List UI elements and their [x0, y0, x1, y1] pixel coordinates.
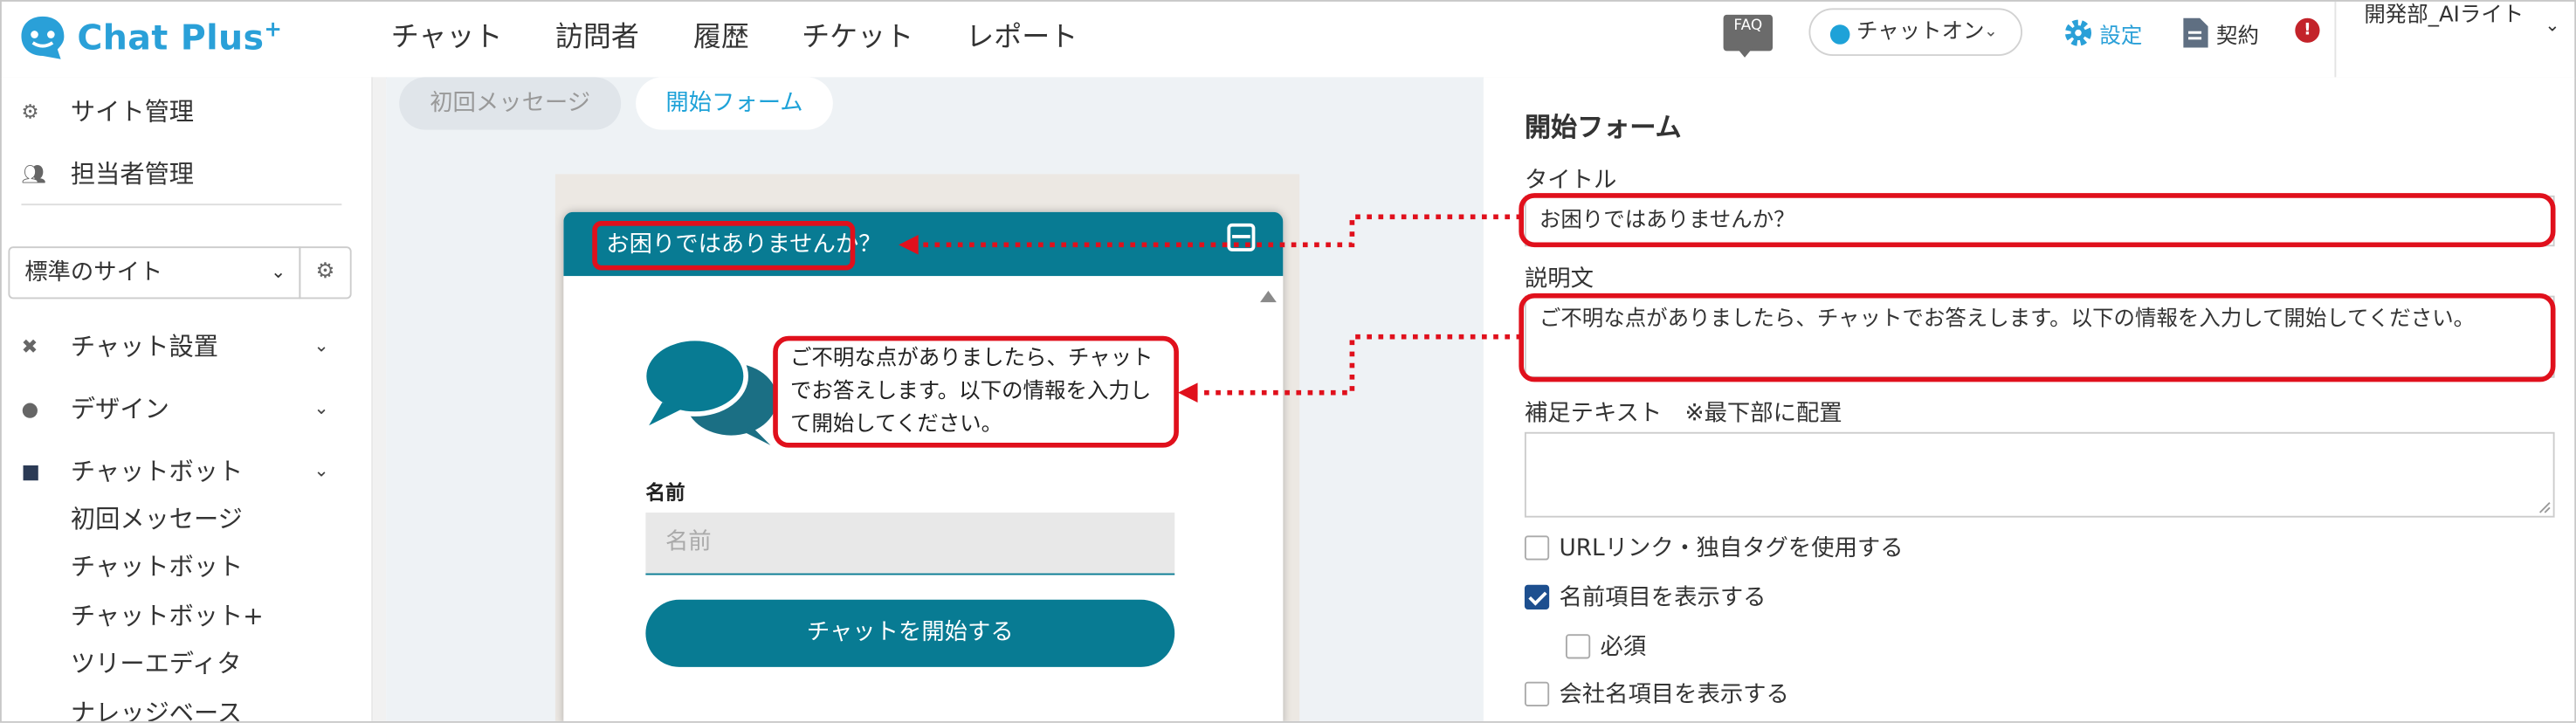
checkbox-label: 会社名項目を表示する — [1559, 681, 1789, 708]
minimize-icon[interactable] — [1227, 223, 1256, 251]
sidebar: ⚙ サイト管理 👥︎ 担当者管理 標準のサイト ⌄ ⚙ ✖ チャット設置 ⌄ ●… — [1, 77, 374, 721]
start-chat-button[interactable]: チャットを開始する — [645, 599, 1175, 667]
checkbox-label: 名前項目を表示する — [1559, 584, 1767, 611]
settings-link[interactable]: 設定 — [2062, 17, 2142, 50]
alert-icon[interactable]: ! — [2295, 17, 2320, 43]
widget-header: お困りではありませんか？ — [563, 211, 1284, 277]
tab-start-form[interactable]: 開始フォーム — [636, 77, 833, 130]
contract-link[interactable]: 契約 — [2181, 17, 2259, 50]
palette-icon: ● — [21, 396, 39, 420]
sidebar-subitem-knowledge-base[interactable]: ナレッジベース — [71, 695, 242, 721]
chevron-down-icon: ⌄ — [1983, 23, 1998, 42]
chat-plus-logo-icon — [21, 16, 65, 59]
title-field-label: タイトル — [1524, 167, 1617, 195]
checkbox-label: URLリンク・独自タグを使用する — [1559, 535, 1904, 562]
nav-history[interactable]: 履歴 — [693, 13, 749, 54]
show-name-checkbox[interactable] — [1524, 583, 1550, 609]
faq-icon[interactable]: FAQ — [1723, 14, 1774, 58]
sidebar-item-design[interactable]: ● デザイン ⌄ — [21, 391, 328, 426]
chat-bubbles-icon — [642, 336, 777, 445]
checkbox-label: 必須 — [1600, 634, 1647, 661]
show-company-checkbox-row[interactable]: 会社名項目を表示する — [1524, 677, 1789, 710]
sidebar-item-label: チャットボット — [70, 457, 244, 486]
nav-visitors[interactable]: 訪問者 — [555, 13, 639, 54]
name-input[interactable]: 名前 — [645, 512, 1175, 575]
name-field-label: 名前 — [645, 481, 685, 505]
divider — [2334, 1, 2337, 78]
show-name-checkbox-row[interactable]: 名前項目を表示する — [1524, 580, 1767, 613]
sidebar-item-label: デザイン — [70, 394, 169, 424]
chevron-down-icon: ⌄ — [313, 334, 329, 357]
sidebar-item-chat-install[interactable]: ✖ チャット設置 ⌄ — [21, 328, 328, 363]
page-title: 開始フォーム — [1524, 111, 1682, 143]
contract-label: 契約 — [2216, 24, 2259, 49]
sidebar-scrollbar[interactable] — [373, 77, 387, 721]
chevron-down-icon[interactable]: ⌄ — [2545, 15, 2559, 36]
extra-text-field-label: 補足テキスト ※最下部に配置 — [1524, 401, 1842, 428]
widget-description: ご不明な点がありましたら、チャットでお答えします。以下の情報を入力して開始してく… — [789, 346, 1154, 437]
chevron-down-icon: ⌄ — [313, 459, 329, 482]
gear-icon — [2064, 19, 2092, 46]
chevron-down-icon: ⌄ — [313, 397, 329, 419]
sidebar-item-chatbot[interactable]: ■ チャットボット ⌄ — [21, 453, 328, 488]
sidebar-item-label: サイト管理 — [70, 97, 195, 127]
title-input[interactable]: お困りではありませんか？ — [1524, 195, 2555, 247]
sidebar-subitem-chatbot-plus[interactable]: チャットボット+ — [71, 598, 264, 633]
sidebar-subitem-first-message[interactable]: 初回メッセージ — [71, 501, 243, 536]
widget-title: お困りではありませんか？ — [606, 231, 882, 258]
nav-reports[interactable]: レポート — [966, 13, 1078, 54]
tools-icon: ✖ — [21, 334, 38, 358]
document-icon — [2183, 17, 2208, 48]
scroll-up-icon[interactable] — [1260, 291, 1277, 303]
divider — [21, 203, 342, 206]
extra-text-textarea[interactable] — [1524, 431, 2555, 518]
description-textarea[interactable]: ご不明な点がありましたら、チャットでお答えします。以下の情報を入力して開始してく… — [1524, 295, 2555, 378]
chat-widget-preview: お困りではありませんか？ ご不明な点がありましたら、チャットでお答えします。以下… — [563, 211, 1284, 721]
users-icon: 👥︎ — [21, 162, 47, 185]
name-required-checkbox[interactable] — [1565, 633, 1591, 658]
status-dot-icon — [1829, 24, 1850, 45]
name-required-checkbox-row[interactable]: 必須 — [1565, 630, 1647, 663]
start-form-settings: 開始フォーム タイトル お困りではありませんか？ 説明文 ご不明な点がありました… — [1483, 77, 2575, 721]
settings-label: 設定 — [2099, 24, 2143, 49]
resize-handle-icon[interactable] — [2538, 501, 2552, 514]
chat-status-dropdown[interactable]: チャットオン ⌄ — [1808, 8, 2023, 56]
logo-wordmark: Chat Plus+ — [77, 17, 283, 58]
url-link-checkbox-row[interactable]: URLリンク・独自タグを使用する — [1524, 531, 1904, 564]
show-company-checkbox[interactable] — [1524, 680, 1550, 706]
sidebar-item-staff-admin[interactable]: 👥︎ 担当者管理 — [21, 156, 194, 191]
site-settings-button[interactable]: ⚙ — [299, 246, 352, 300]
user-menu[interactable]: 開発部_AIライト — [2364, 2, 2545, 30]
gear-icon: ⚙ — [315, 259, 335, 285]
site-select[interactable]: 標準のサイト ⌄ — [8, 246, 301, 300]
top-header: Chat Plus+ チャット 訪問者 履歴 チケット レポート FAQ チャッ… — [1, 1, 2575, 79]
preview-area: 初回メッセージ 開始フォーム お困りではありませんか？ ご不明な点がありましたら… — [386, 77, 1484, 721]
sidebar-subitem-tree-editor[interactable]: ツリーエディタ — [71, 645, 242, 680]
description-field-label: 説明文 — [1524, 265, 1594, 293]
url-link-checkbox[interactable] — [1524, 534, 1550, 560]
site-select-value: 標準のサイト — [24, 259, 163, 286]
app-window: Chat Plus+ チャット 訪問者 履歴 チケット レポート FAQ チャッ… — [0, 0, 2576, 723]
sidebar-item-site-admin[interactable]: ⚙ サイト管理 — [21, 93, 194, 128]
sidebar-subitem-chatbot[interactable]: チャットボット — [71, 548, 243, 583]
chat-status-label: チャットオン — [1856, 19, 1985, 45]
gear-icon: ⚙ — [21, 99, 39, 123]
sidebar-item-label: チャット設置 — [70, 332, 218, 362]
nav-tickets[interactable]: チケット — [802, 13, 913, 54]
chevron-down-icon: ⌄ — [271, 261, 286, 283]
chat-bubbles-icon: ■ — [21, 458, 40, 483]
nav-chat[interactable]: チャット — [391, 13, 503, 54]
app-logo[interactable]: Chat Plus+ — [18, 8, 283, 67]
tab-first-message[interactable]: 初回メッセージ — [399, 77, 622, 130]
sidebar-item-label: 担当者管理 — [70, 159, 195, 189]
